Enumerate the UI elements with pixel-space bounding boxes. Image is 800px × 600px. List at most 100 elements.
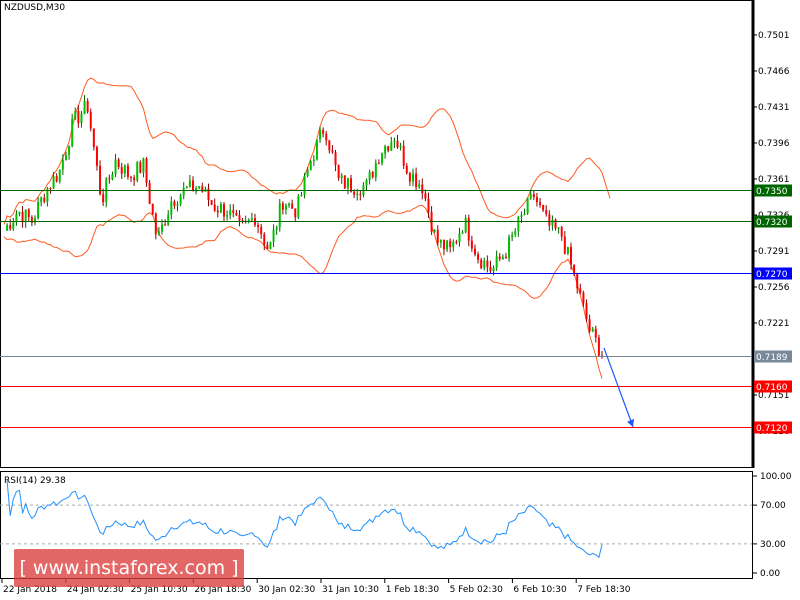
bear-candle [449, 240, 452, 247]
bull-candle [464, 217, 467, 233]
bear-candle [130, 176, 133, 178]
price-tick-label: 0.7361 [758, 175, 790, 185]
bear-candle [350, 178, 353, 192]
price-tick-label: 0.7256 [758, 283, 790, 293]
bull-candle [439, 239, 442, 243]
bear-candle [102, 194, 105, 203]
bull-candle [315, 139, 318, 160]
bear-candle [192, 180, 195, 192]
bull-candle [591, 328, 594, 332]
bull-candle [461, 232, 464, 234]
price-tick-label: 0.7431 [758, 103, 790, 113]
bull-candle [309, 161, 312, 171]
bear-candle [126, 165, 129, 177]
bull-candle [18, 211, 21, 215]
rsi-tick-label: 100.00 [760, 472, 792, 482]
bull-candle [399, 145, 402, 148]
bull-candle [557, 227, 560, 229]
time-tick-label: 6 Feb 10:30 [513, 585, 567, 595]
bear-candle [504, 256, 507, 259]
bull-candle [157, 231, 160, 235]
bull-candle [37, 202, 40, 219]
bull-candle [136, 162, 139, 181]
bull-candle [346, 178, 349, 189]
bull-candle [306, 170, 309, 176]
bull-candle [6, 224, 9, 231]
bull-candle [114, 159, 117, 175]
bull-candle [179, 195, 182, 205]
bull-candle [71, 118, 74, 147]
bull-candle [303, 175, 306, 195]
bull-candle [381, 153, 384, 164]
bear-candle [43, 197, 46, 202]
bear-candle [387, 146, 390, 151]
bull-candle [418, 184, 421, 187]
bull-candle [64, 154, 67, 161]
bear-candle [164, 224, 167, 226]
time-tick-label: 5 Feb 02:30 [450, 585, 504, 595]
bear-candle [173, 201, 176, 206]
bull-candle [501, 256, 504, 260]
bear-candle [291, 203, 294, 209]
bull-candle [24, 209, 27, 223]
level-label: 0.7160 [756, 383, 788, 393]
bull-candle [312, 159, 315, 162]
bull-candle [517, 216, 520, 232]
bear-candle [117, 159, 120, 168]
price-tick-label: 0.7501 [758, 31, 790, 41]
bear-candle [585, 303, 588, 320]
bull-candle [340, 175, 343, 179]
bear-candle [576, 272, 579, 289]
bear-candle [343, 175, 346, 189]
bear-candle [108, 178, 111, 180]
price-tick-label: 0.7466 [758, 67, 790, 77]
bull-candle [80, 113, 83, 124]
bear-candle [232, 210, 235, 213]
bear-candle [334, 152, 337, 166]
bear-candle [222, 204, 225, 217]
bear-candle [95, 147, 98, 166]
time-tick-label: 1 Feb 18:30 [386, 585, 440, 595]
bull-candle [188, 180, 191, 188]
bear-candle [99, 165, 102, 195]
bear-candle [427, 198, 430, 212]
bear-candle [322, 129, 325, 134]
bear-candle [405, 165, 408, 174]
bear-candle [86, 100, 89, 112]
bull-candle [68, 146, 71, 155]
bear-candle [442, 239, 445, 250]
bear-candle [535, 197, 538, 203]
bear-candle [145, 158, 148, 183]
bull-candle [511, 234, 514, 237]
bull-candle [58, 169, 61, 182]
bull-candle [83, 100, 86, 114]
bull-candle [300, 194, 303, 197]
bear-candle [294, 208, 297, 218]
price-tick-label: 0.7396 [758, 139, 790, 149]
bear-candle [27, 209, 30, 218]
bear-candle [539, 202, 542, 205]
bull-candle [368, 172, 371, 181]
bull-candle [566, 246, 569, 254]
bear-candle [89, 111, 92, 129]
bear-candle [424, 193, 427, 199]
bear-candle [77, 110, 80, 124]
bull-candle [446, 240, 449, 250]
bear-candle [486, 260, 489, 267]
bull-candle [229, 210, 232, 216]
bull-candle [390, 141, 393, 151]
time-tick-label: 30 Jan 02:30 [258, 585, 315, 595]
bear-candle [473, 248, 476, 255]
bull-candle [15, 214, 18, 223]
instaforex-watermark: [ www.instaforex.com ] [14, 549, 244, 587]
bear-candle [281, 203, 284, 210]
bull-candle [514, 231, 517, 235]
bear-candle [235, 212, 238, 216]
bear-candle [377, 162, 380, 164]
bull-candle [384, 146, 387, 154]
bear-candle [480, 259, 483, 269]
bear-candle [151, 203, 154, 214]
bull-candle [52, 176, 55, 189]
bull-candle [411, 173, 414, 182]
bull-candle [61, 160, 64, 170]
